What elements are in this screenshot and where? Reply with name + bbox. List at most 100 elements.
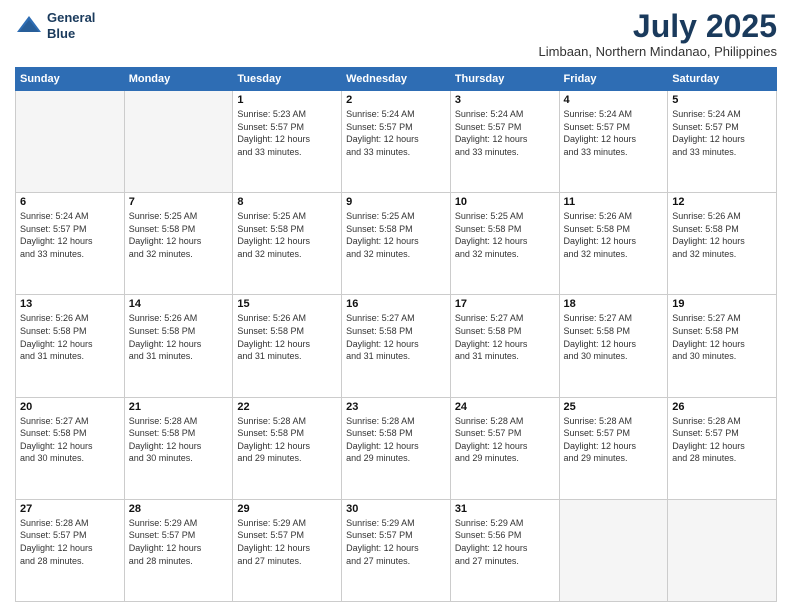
day-number: 5 [672,94,772,106]
day-cell [559,499,668,601]
day-cell: 31Sunrise: 5:29 AM Sunset: 5:56 PM Dayli… [450,499,559,601]
day-number: 12 [672,196,772,208]
week-row-1: 6 Sunrise: 5:24 AM Sunset: 5:57 PM Daylig… [16,193,777,295]
day-number: 10 [455,196,555,208]
header: General Blue July 2025 Limbaan, Northern… [15,10,777,59]
day-cell: 2 Sunrise: 5:24 AM Sunset: 5:57 PM Daylig… [342,91,451,193]
day-cell: 24Sunrise: 5:28 AM Sunset: 5:57 PM Dayli… [450,397,559,499]
day-detail: Sunrise: 5:28 AM Sunset: 5:57 PM Dayligh… [20,517,120,567]
day-number: 22 [237,401,337,413]
day-cell: 16 Sunrise: 5:27 AM Sunset: 5:58 PM Dayli… [342,295,451,397]
day-number: 28 [129,503,229,515]
day-detail: Sunrise: 5:27 AM Sunset: 5:58 PM Dayligh… [20,415,120,465]
day-number: 2 [346,94,446,106]
day-cell: 26Sunrise: 5:28 AM Sunset: 5:57 PM Dayli… [668,397,777,499]
day-number: 25 [564,401,664,413]
day-cell: 20 Sunrise: 5:27 AM Sunset: 5:58 PM Dayli… [16,397,125,499]
day-cell: 25 Sunrise: 5:28 AM Sunset: 5:57 PM Dayli… [559,397,668,499]
month-title: July 2025 [539,10,777,42]
day-detail: Sunrise: 5:27 AM Sunset: 5:58 PM Dayligh… [346,312,446,362]
day-detail: Sunrise: 5:28 AM Sunset: 5:57 PM Dayligh… [672,415,772,465]
day-detail: Sunrise: 5:25 AM Sunset: 5:58 PM Dayligh… [237,210,337,260]
day-number: 4 [564,94,664,106]
col-header-wednesday: Wednesday [342,68,451,91]
day-number: 9 [346,196,446,208]
day-number: 1 [237,94,337,106]
day-number: 20 [20,401,120,413]
col-header-sunday: Sunday [16,68,125,91]
week-row-0: 1 Sunrise: 5:23 AM Sunset: 5:57 PM Daylig… [16,91,777,193]
logo-text: General Blue [47,10,95,41]
day-cell: 22Sunrise: 5:28 AM Sunset: 5:58 PM Dayli… [233,397,342,499]
day-cell: 29 Sunrise: 5:29 AM Sunset: 5:57 PM Dayli… [233,499,342,601]
day-cell: 9 Sunrise: 5:25 AM Sunset: 5:58 PM Daylig… [342,193,451,295]
day-cell: 11 Sunrise: 5:26 AM Sunset: 5:58 PM Dayli… [559,193,668,295]
logo: General Blue [15,10,95,41]
day-detail: Sunrise: 5:25 AM Sunset: 5:58 PM Dayligh… [346,210,446,260]
day-number: 11 [564,196,664,208]
day-detail: Sunrise: 5:26 AM Sunset: 5:58 PM Dayligh… [129,312,229,362]
day-cell: 30 Sunrise: 5:29 AM Sunset: 5:57 PM Dayli… [342,499,451,601]
day-cell: 21 Sunrise: 5:28 AM Sunset: 5:58 PM Dayli… [124,397,233,499]
day-detail: Sunrise: 5:26 AM Sunset: 5:58 PM Dayligh… [237,312,337,362]
day-cell: 23Sunrise: 5:28 AM Sunset: 5:58 PM Dayli… [342,397,451,499]
col-header-monday: Monday [124,68,233,91]
day-number: 21 [129,401,229,413]
day-number: 16 [346,298,446,310]
day-detail: Sunrise: 5:23 AM Sunset: 5:57 PM Dayligh… [237,108,337,158]
day-detail: Sunrise: 5:29 AM Sunset: 5:57 PM Dayligh… [346,517,446,567]
day-number: 8 [237,196,337,208]
day-detail: Sunrise: 5:26 AM Sunset: 5:58 PM Dayligh… [564,210,664,260]
day-detail: Sunrise: 5:24 AM Sunset: 5:57 PM Dayligh… [346,108,446,158]
day-detail: Sunrise: 5:25 AM Sunset: 5:58 PM Dayligh… [129,210,229,260]
day-detail: Sunrise: 5:29 AM Sunset: 5:57 PM Dayligh… [237,517,337,567]
day-number: 18 [564,298,664,310]
logo-line2: Blue [47,26,95,42]
day-cell: 3Sunrise: 5:24 AM Sunset: 5:57 PM Daylig… [450,91,559,193]
day-cell: 13Sunrise: 5:26 AM Sunset: 5:58 PM Dayli… [16,295,125,397]
day-number: 6 [20,196,120,208]
col-header-thursday: Thursday [450,68,559,91]
day-number: 3 [455,94,555,106]
day-cell: 28 Sunrise: 5:29 AM Sunset: 5:57 PM Dayli… [124,499,233,601]
day-number: 15 [237,298,337,310]
day-number: 30 [346,503,446,515]
day-cell [124,91,233,193]
day-detail: Sunrise: 5:27 AM Sunset: 5:58 PM Dayligh… [564,312,664,362]
day-detail: Sunrise: 5:27 AM Sunset: 5:58 PM Dayligh… [455,312,555,362]
calendar-table: SundayMondayTuesdayWednesdayThursdayFrid… [15,67,777,602]
day-cell: 1 Sunrise: 5:23 AM Sunset: 5:57 PM Daylig… [233,91,342,193]
day-cell: 7 Sunrise: 5:25 AM Sunset: 5:58 PM Daylig… [124,193,233,295]
day-detail: Sunrise: 5:24 AM Sunset: 5:57 PM Dayligh… [20,210,120,260]
col-header-tuesday: Tuesday [233,68,342,91]
day-detail: Sunrise: 5:25 AM Sunset: 5:58 PM Dayligh… [455,210,555,260]
col-header-friday: Friday [559,68,668,91]
calendar-header: SundayMondayTuesdayWednesdayThursdayFrid… [16,68,777,91]
day-cell: 12Sunrise: 5:26 AM Sunset: 5:58 PM Dayli… [668,193,777,295]
header-row: SundayMondayTuesdayWednesdayThursdayFrid… [16,68,777,91]
day-detail: Sunrise: 5:24 AM Sunset: 5:57 PM Dayligh… [564,108,664,158]
logo-line1: General [47,10,95,26]
day-cell: 8 Sunrise: 5:25 AM Sunset: 5:58 PM Daylig… [233,193,342,295]
day-number: 14 [129,298,229,310]
title-block: July 2025 Limbaan, Northern Mindanao, Ph… [539,10,777,59]
day-detail: Sunrise: 5:28 AM Sunset: 5:57 PM Dayligh… [564,415,664,465]
day-cell: 27 Sunrise: 5:28 AM Sunset: 5:57 PM Dayli… [16,499,125,601]
day-detail: Sunrise: 5:28 AM Sunset: 5:58 PM Dayligh… [129,415,229,465]
day-cell [16,91,125,193]
week-row-2: 13Sunrise: 5:26 AM Sunset: 5:58 PM Dayli… [16,295,777,397]
day-detail: Sunrise: 5:28 AM Sunset: 5:58 PM Dayligh… [346,415,446,465]
week-row-3: 20 Sunrise: 5:27 AM Sunset: 5:58 PM Dayli… [16,397,777,499]
day-number: 27 [20,503,120,515]
day-number: 7 [129,196,229,208]
day-cell [668,499,777,601]
day-cell: 5 Sunrise: 5:24 AM Sunset: 5:57 PM Daylig… [668,91,777,193]
day-cell: 18 Sunrise: 5:27 AM Sunset: 5:58 PM Dayli… [559,295,668,397]
day-detail: Sunrise: 5:27 AM Sunset: 5:58 PM Dayligh… [672,312,772,362]
day-detail: Sunrise: 5:24 AM Sunset: 5:57 PM Dayligh… [672,108,772,158]
day-number: 29 [237,503,337,515]
day-number: 31 [455,503,555,515]
day-cell: 14 Sunrise: 5:26 AM Sunset: 5:58 PM Dayli… [124,295,233,397]
day-detail: Sunrise: 5:29 AM Sunset: 5:57 PM Dayligh… [129,517,229,567]
location: Limbaan, Northern Mindanao, Philippines [539,44,777,59]
